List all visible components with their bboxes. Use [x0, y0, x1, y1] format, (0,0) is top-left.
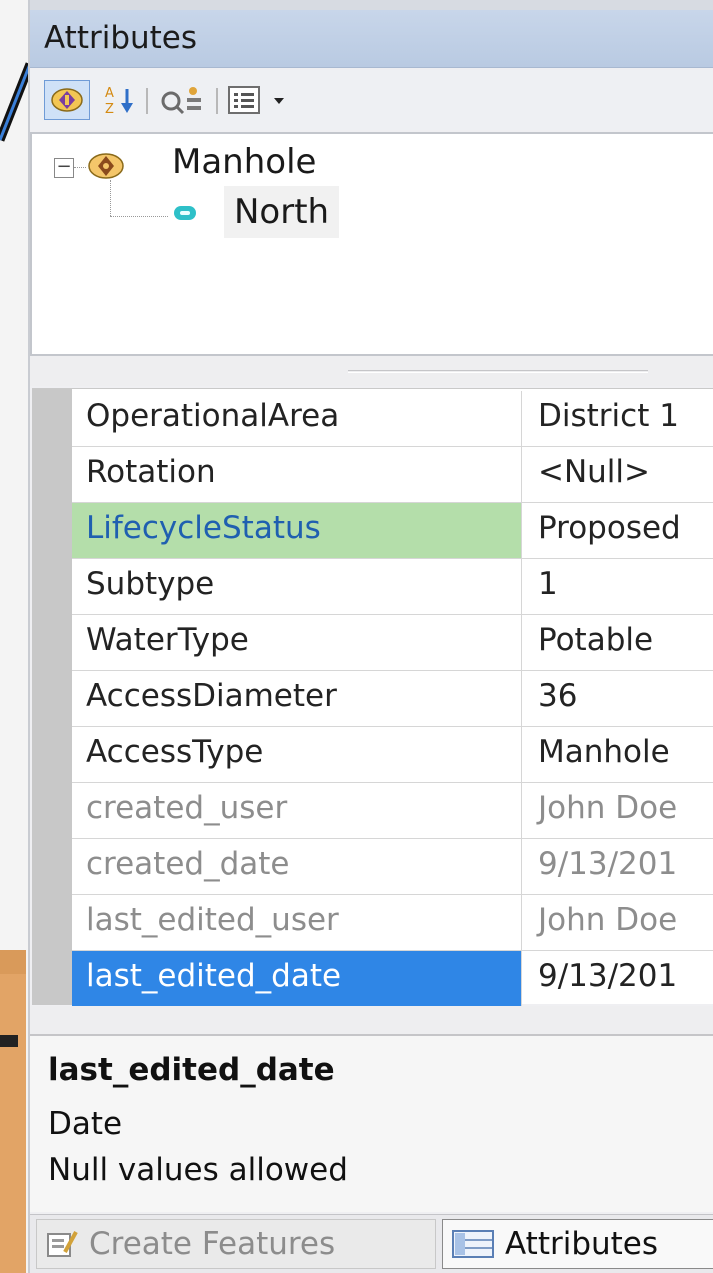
splitter-grip	[348, 370, 648, 373]
attribute-row[interactable]: OperationalArea District 1	[72, 391, 713, 447]
attribute-row[interactable]: Subtype 1	[72, 559, 713, 615]
tree-connector	[110, 180, 111, 216]
feature-record-icon	[174, 206, 196, 220]
panel-title: Attributes	[44, 20, 198, 56]
feature-layer-icon	[88, 153, 124, 179]
attributes-table-icon	[452, 1230, 494, 1258]
attribute-row[interactable]: last_edited_user John Doe	[72, 895, 713, 951]
attribute-field-name[interactable]: Rotation	[72, 447, 522, 502]
attribute-field-name[interactable]: last_edited_date	[72, 951, 522, 1006]
filter-fields-button[interactable]	[154, 80, 210, 120]
attribute-field-name[interactable]: last_edited_user	[72, 895, 522, 950]
tab-attributes-label: Attributes	[505, 1226, 659, 1262]
pane-splitter[interactable]	[30, 356, 713, 386]
description-field-name: last_edited_date	[48, 1052, 335, 1088]
map-feature-mark	[0, 1035, 18, 1047]
attribute-field-value[interactable]: District 1	[524, 391, 713, 446]
attribute-row[interactable]: AccessType Manhole	[72, 727, 713, 783]
attribute-grid: OperationalArea District 1 Rotation <Null> L…	[32, 388, 713, 1007]
grid-row-header-gutter	[32, 389, 72, 1005]
description-field-type: Date	[48, 1106, 123, 1142]
tab-create-features-label: Create Features	[89, 1226, 336, 1262]
attribute-row[interactable]: AccessDiameter 36	[72, 671, 713, 727]
attribute-field-name[interactable]: OperationalArea	[72, 391, 522, 446]
map-parcel-edge	[0, 950, 26, 974]
attribute-field-name[interactable]: AccessType	[72, 727, 522, 782]
attributes-toolbar: A Z	[30, 70, 713, 130]
attribute-field-value[interactable]: John Doe	[524, 895, 713, 950]
bottom-tab-strip: Create Features Attributes	[30, 1214, 713, 1273]
collapse-toggle[interactable]: −	[54, 158, 74, 178]
tab-attributes[interactable]: Attributes	[442, 1219, 713, 1269]
tree-node-north[interactable]: North	[224, 186, 340, 238]
description-divider[interactable]	[30, 1006, 713, 1034]
attribute-field-name[interactable]: AccessDiameter	[72, 671, 522, 726]
toolbar-separator	[146, 88, 148, 114]
attribute-field-value[interactable]: Proposed	[524, 503, 713, 558]
attribute-field-name[interactable]: created_date	[72, 839, 522, 894]
layer-diamond-icon	[51, 88, 83, 112]
attribute-row[interactable]: WaterType Potable	[72, 615, 713, 671]
attribute-field-value[interactable]: Potable	[524, 615, 713, 670]
attribute-field-value[interactable]: Manhole	[524, 727, 713, 782]
attributes-panel: Attributes A Z − Manhole North Operation…	[28, 0, 713, 1273]
svg-text:Z: Z	[105, 102, 114, 117]
attribute-field-value[interactable]: 1	[524, 559, 713, 614]
attribute-row[interactable]: Rotation <Null>	[72, 447, 713, 503]
sort-button[interactable]: A Z	[98, 80, 142, 120]
chevron-down-icon	[274, 98, 284, 104]
attribute-field-value[interactable]: 36	[524, 671, 713, 726]
attribute-field-value[interactable]: 9/13/201	[524, 839, 713, 894]
attribute-row[interactable]: created_date 9/13/201	[72, 839, 713, 895]
list-options-dropdown[interactable]	[222, 80, 292, 120]
feature-tree: − Manhole North	[30, 132, 713, 356]
attribute-row[interactable]: last_edited_date 9/13/201	[72, 951, 713, 1007]
list-by-layer-button[interactable]	[44, 80, 90, 120]
field-description-pane: last_edited_date Date Null values allowe…	[30, 1034, 713, 1212]
create-features-icon	[47, 1231, 78, 1257]
tree-node-manhole[interactable]: Manhole	[172, 142, 316, 182]
attribute-field-name[interactable]: Subtype	[72, 559, 522, 614]
sort-az-icon: A Z	[105, 86, 133, 117]
tree-connector	[74, 167, 86, 168]
attribute-field-value[interactable]: John Doe	[524, 783, 713, 838]
attribute-field-name[interactable]: LifecycleStatus	[72, 503, 522, 558]
toolbar-separator	[216, 88, 218, 114]
attribute-field-value[interactable]: 9/13/201	[524, 951, 713, 1006]
attribute-row[interactable]: LifecycleStatus Proposed	[72, 503, 713, 559]
attribute-field-value[interactable]: <Null>	[524, 447, 713, 502]
list-options-icon	[228, 86, 260, 114]
description-nullable: Null values allowed	[48, 1152, 348, 1188]
attribute-field-name[interactable]: WaterType	[72, 615, 522, 670]
map-parcel-area	[0, 950, 26, 1273]
svg-text:A: A	[105, 86, 114, 101]
panel-title-bar[interactable]: Attributes	[30, 10, 713, 68]
tab-create-features[interactable]: Create Features	[36, 1219, 436, 1269]
attribute-row[interactable]: created_user John Doe	[72, 783, 713, 839]
tree-connector	[110, 216, 168, 217]
attribute-field-name[interactable]: created_user	[72, 783, 522, 838]
filter-fields-icon	[161, 87, 201, 115]
panel-top-edge	[30, 0, 713, 10]
